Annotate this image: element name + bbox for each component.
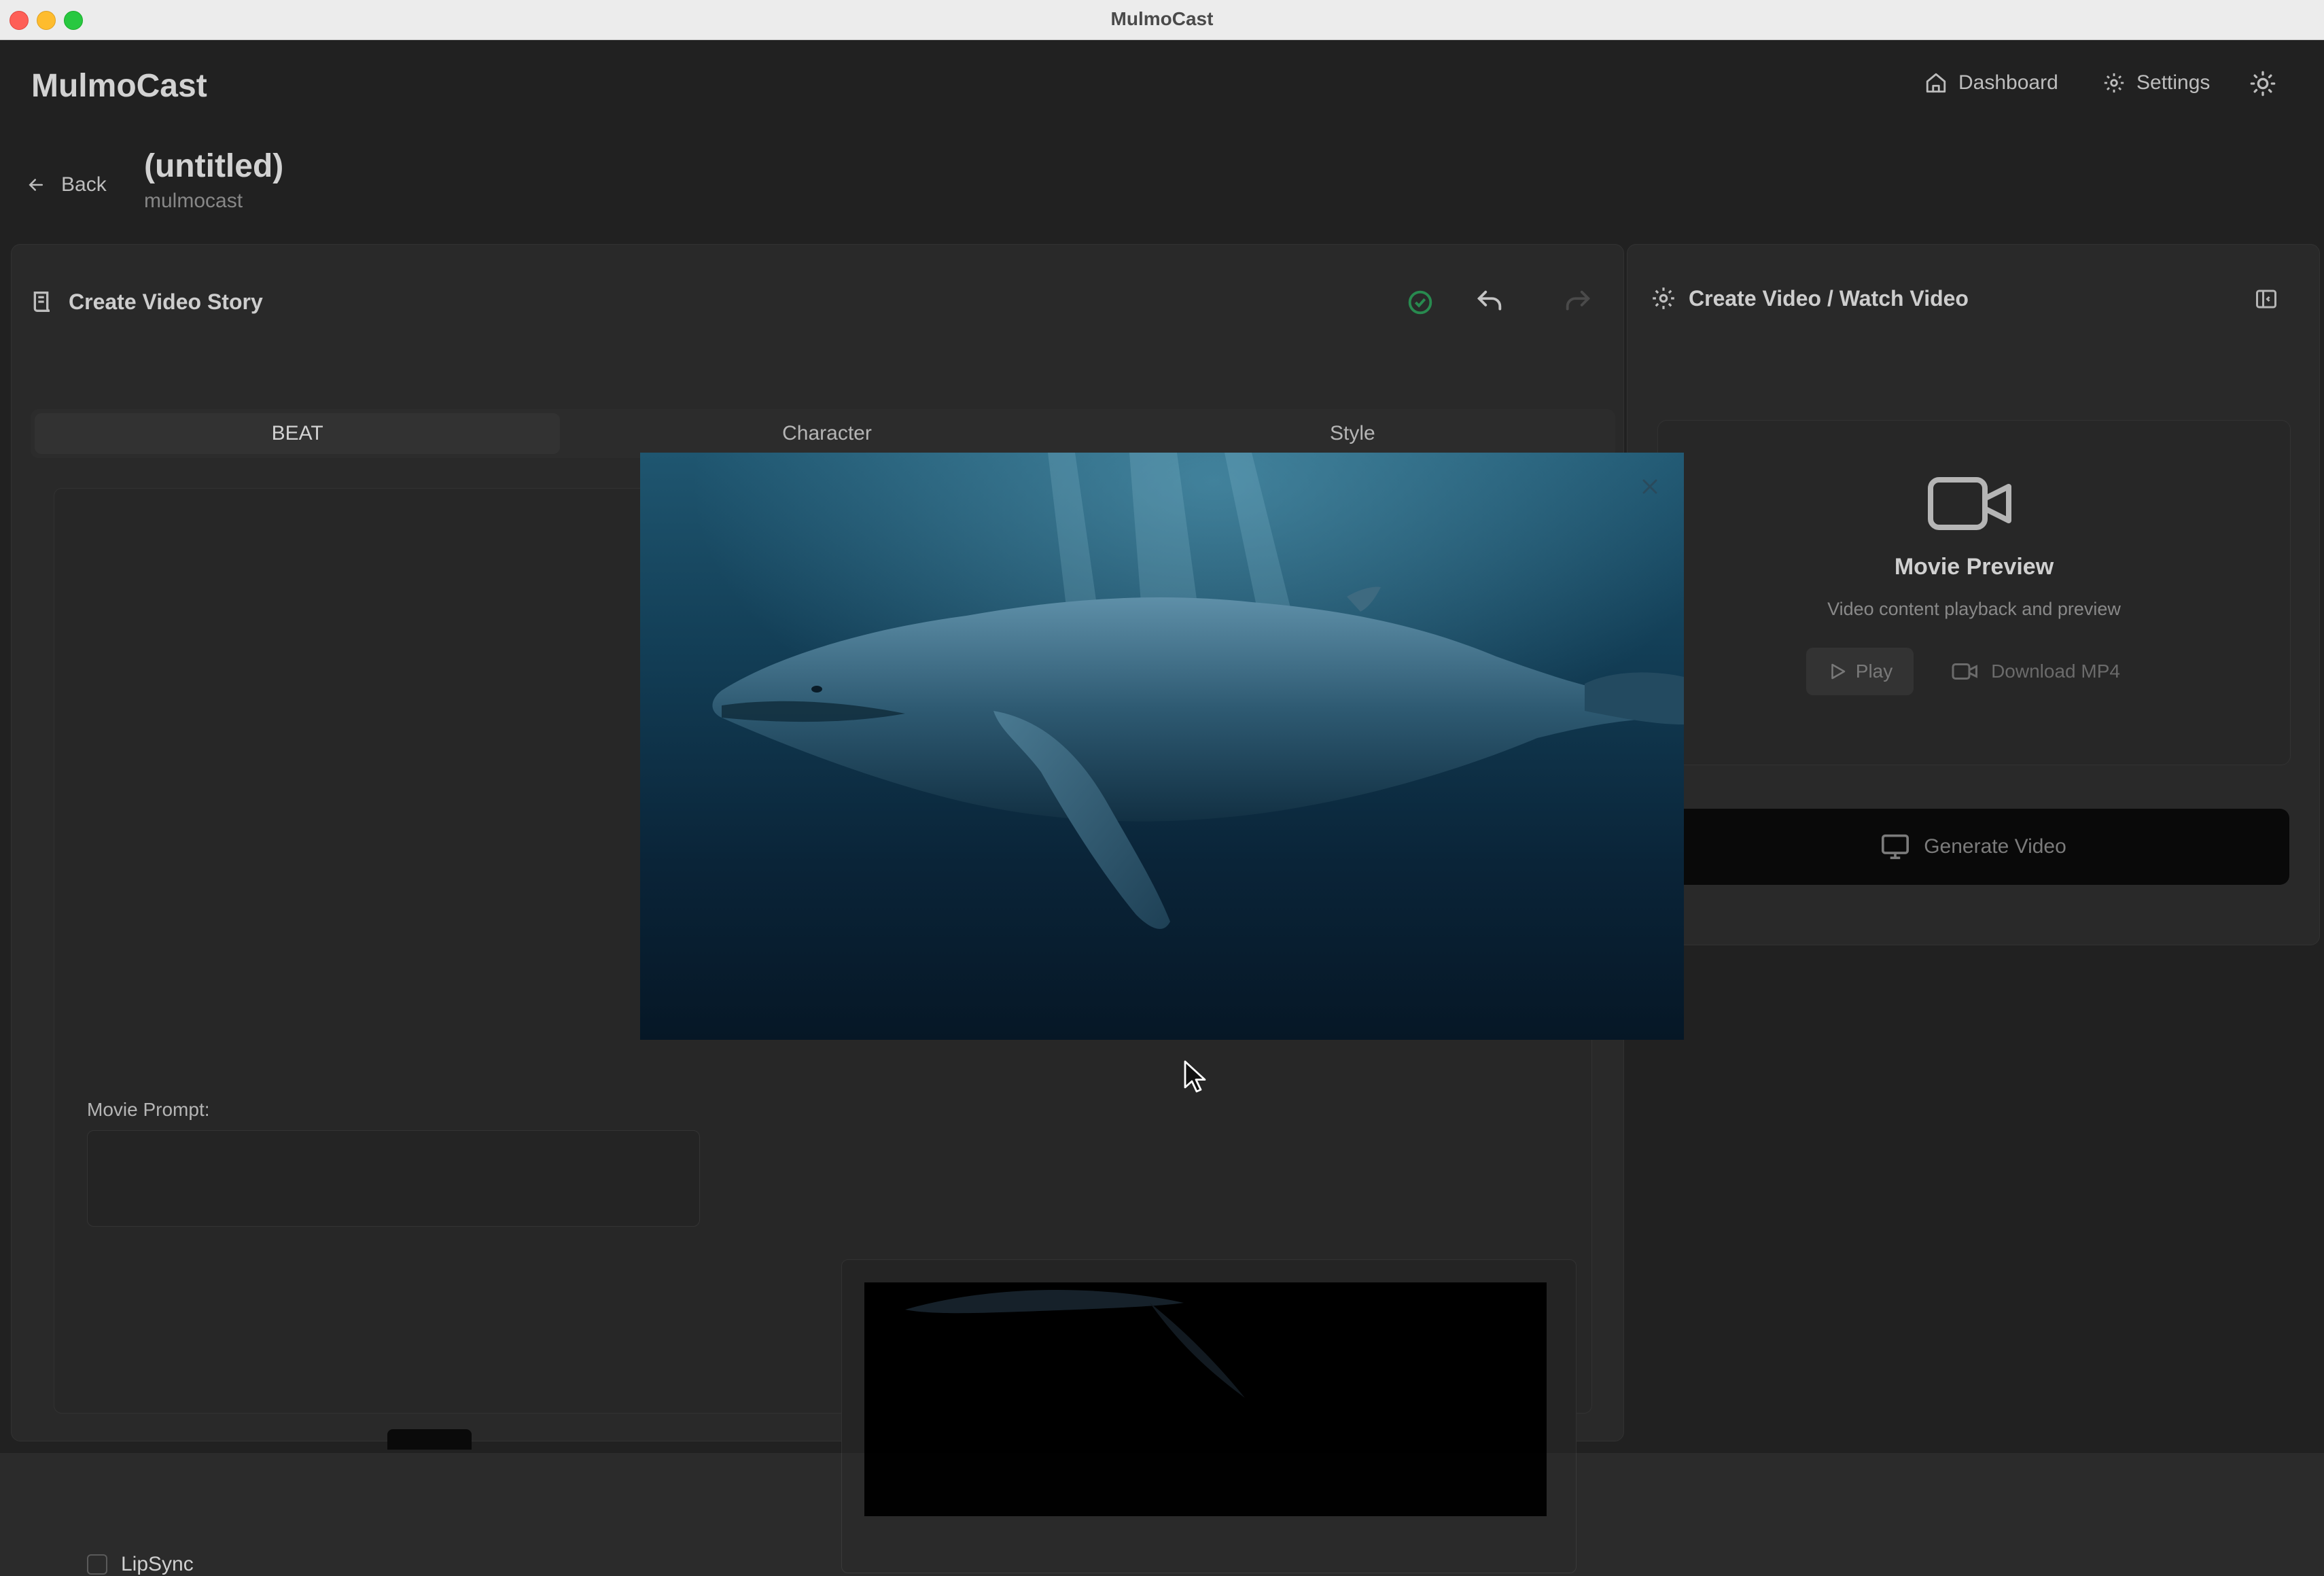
mouse-cursor-icon <box>1184 1060 1206 1093</box>
close-icon[interactable] <box>1638 474 1662 499</box>
lipsync-label: LipSync <box>121 1553 194 1575</box>
whale-image <box>640 453 1684 1040</box>
lipsync-toggle[interactable]: LipSync <box>87 1553 194 1576</box>
image-modal <box>640 453 1684 1040</box>
lipsync-checkbox[interactable] <box>87 1554 107 1575</box>
window-title: MulmoCast <box>1110 8 1214 29</box>
window-titlebar: MulmoCast <box>0 0 2324 40</box>
